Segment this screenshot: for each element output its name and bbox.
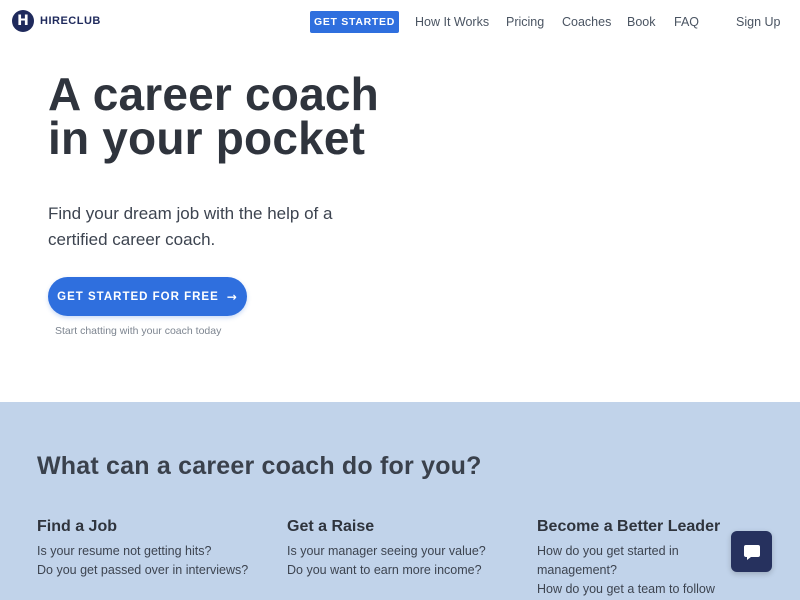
features-section: What can a career coach do for you? Find… [0,402,800,600]
nav-link-sign-up[interactable]: Sign Up [736,15,780,29]
hero-title-line-2: in your pocket [48,112,366,164]
nav-link-pricing[interactable]: Pricing [506,15,544,29]
get-started-button[interactable]: GET STARTED [310,11,399,33]
hero-subtitle: Find your dream job with the help of a c… [48,204,333,249]
feature-column-get-a-raise: Get a Raise Is your manager seeing your … [287,518,517,580]
feature-column-find-a-job: Find a Job Is your resume not getting hi… [37,518,267,580]
feature-title: Get a Raise [287,518,375,535]
features-title: What can a career coach do for you? [37,452,482,480]
feature-column-better-leader: Become a Better Leader How do you get st… [537,518,737,600]
nav-link-how-it-works[interactable]: How It Works [415,15,489,29]
nav-link-faq[interactable]: FAQ [674,15,699,29]
site-header: H HIRECLUB GET STARTED How It Works Pric… [0,0,800,44]
feature-line: Is your resume not getting hits? [37,544,212,558]
get-started-free-label: GET STARTED FOR FREE [57,290,219,303]
hero-note: Start chatting with your coach today [55,325,222,337]
feature-title: Find a Job [37,518,117,535]
get-started-free-button[interactable]: GET STARTED FOR FREE → [48,277,247,316]
feature-line: Is your manager seeing your value? [287,544,486,558]
hero-title: A career coach in your pocket [48,68,379,164]
feature-line: Do you want to earn more income? [287,563,482,577]
chat-bubble-icon [743,544,760,560]
feature-line: How do you get started in management? [537,544,679,577]
feature-line: How do you get a team to follow you? [537,582,715,596]
logo-text: HIRECLUB [40,15,101,27]
arrow-right-icon: → [226,289,238,304]
nav-link-coaches[interactable]: Coaches [562,15,611,29]
hireclub-logo-icon: H [12,10,34,32]
feature-title: Become a Better Leader [537,518,721,535]
hero-title-line-1: A career coach [48,68,379,120]
hireclub-logo[interactable]: H HIRECLUB [12,10,101,32]
feature-line: Do you get passed over in interviews? [37,563,249,577]
nav-link-book[interactable]: Book [627,15,656,29]
chat-widget-button[interactable] [731,531,772,572]
